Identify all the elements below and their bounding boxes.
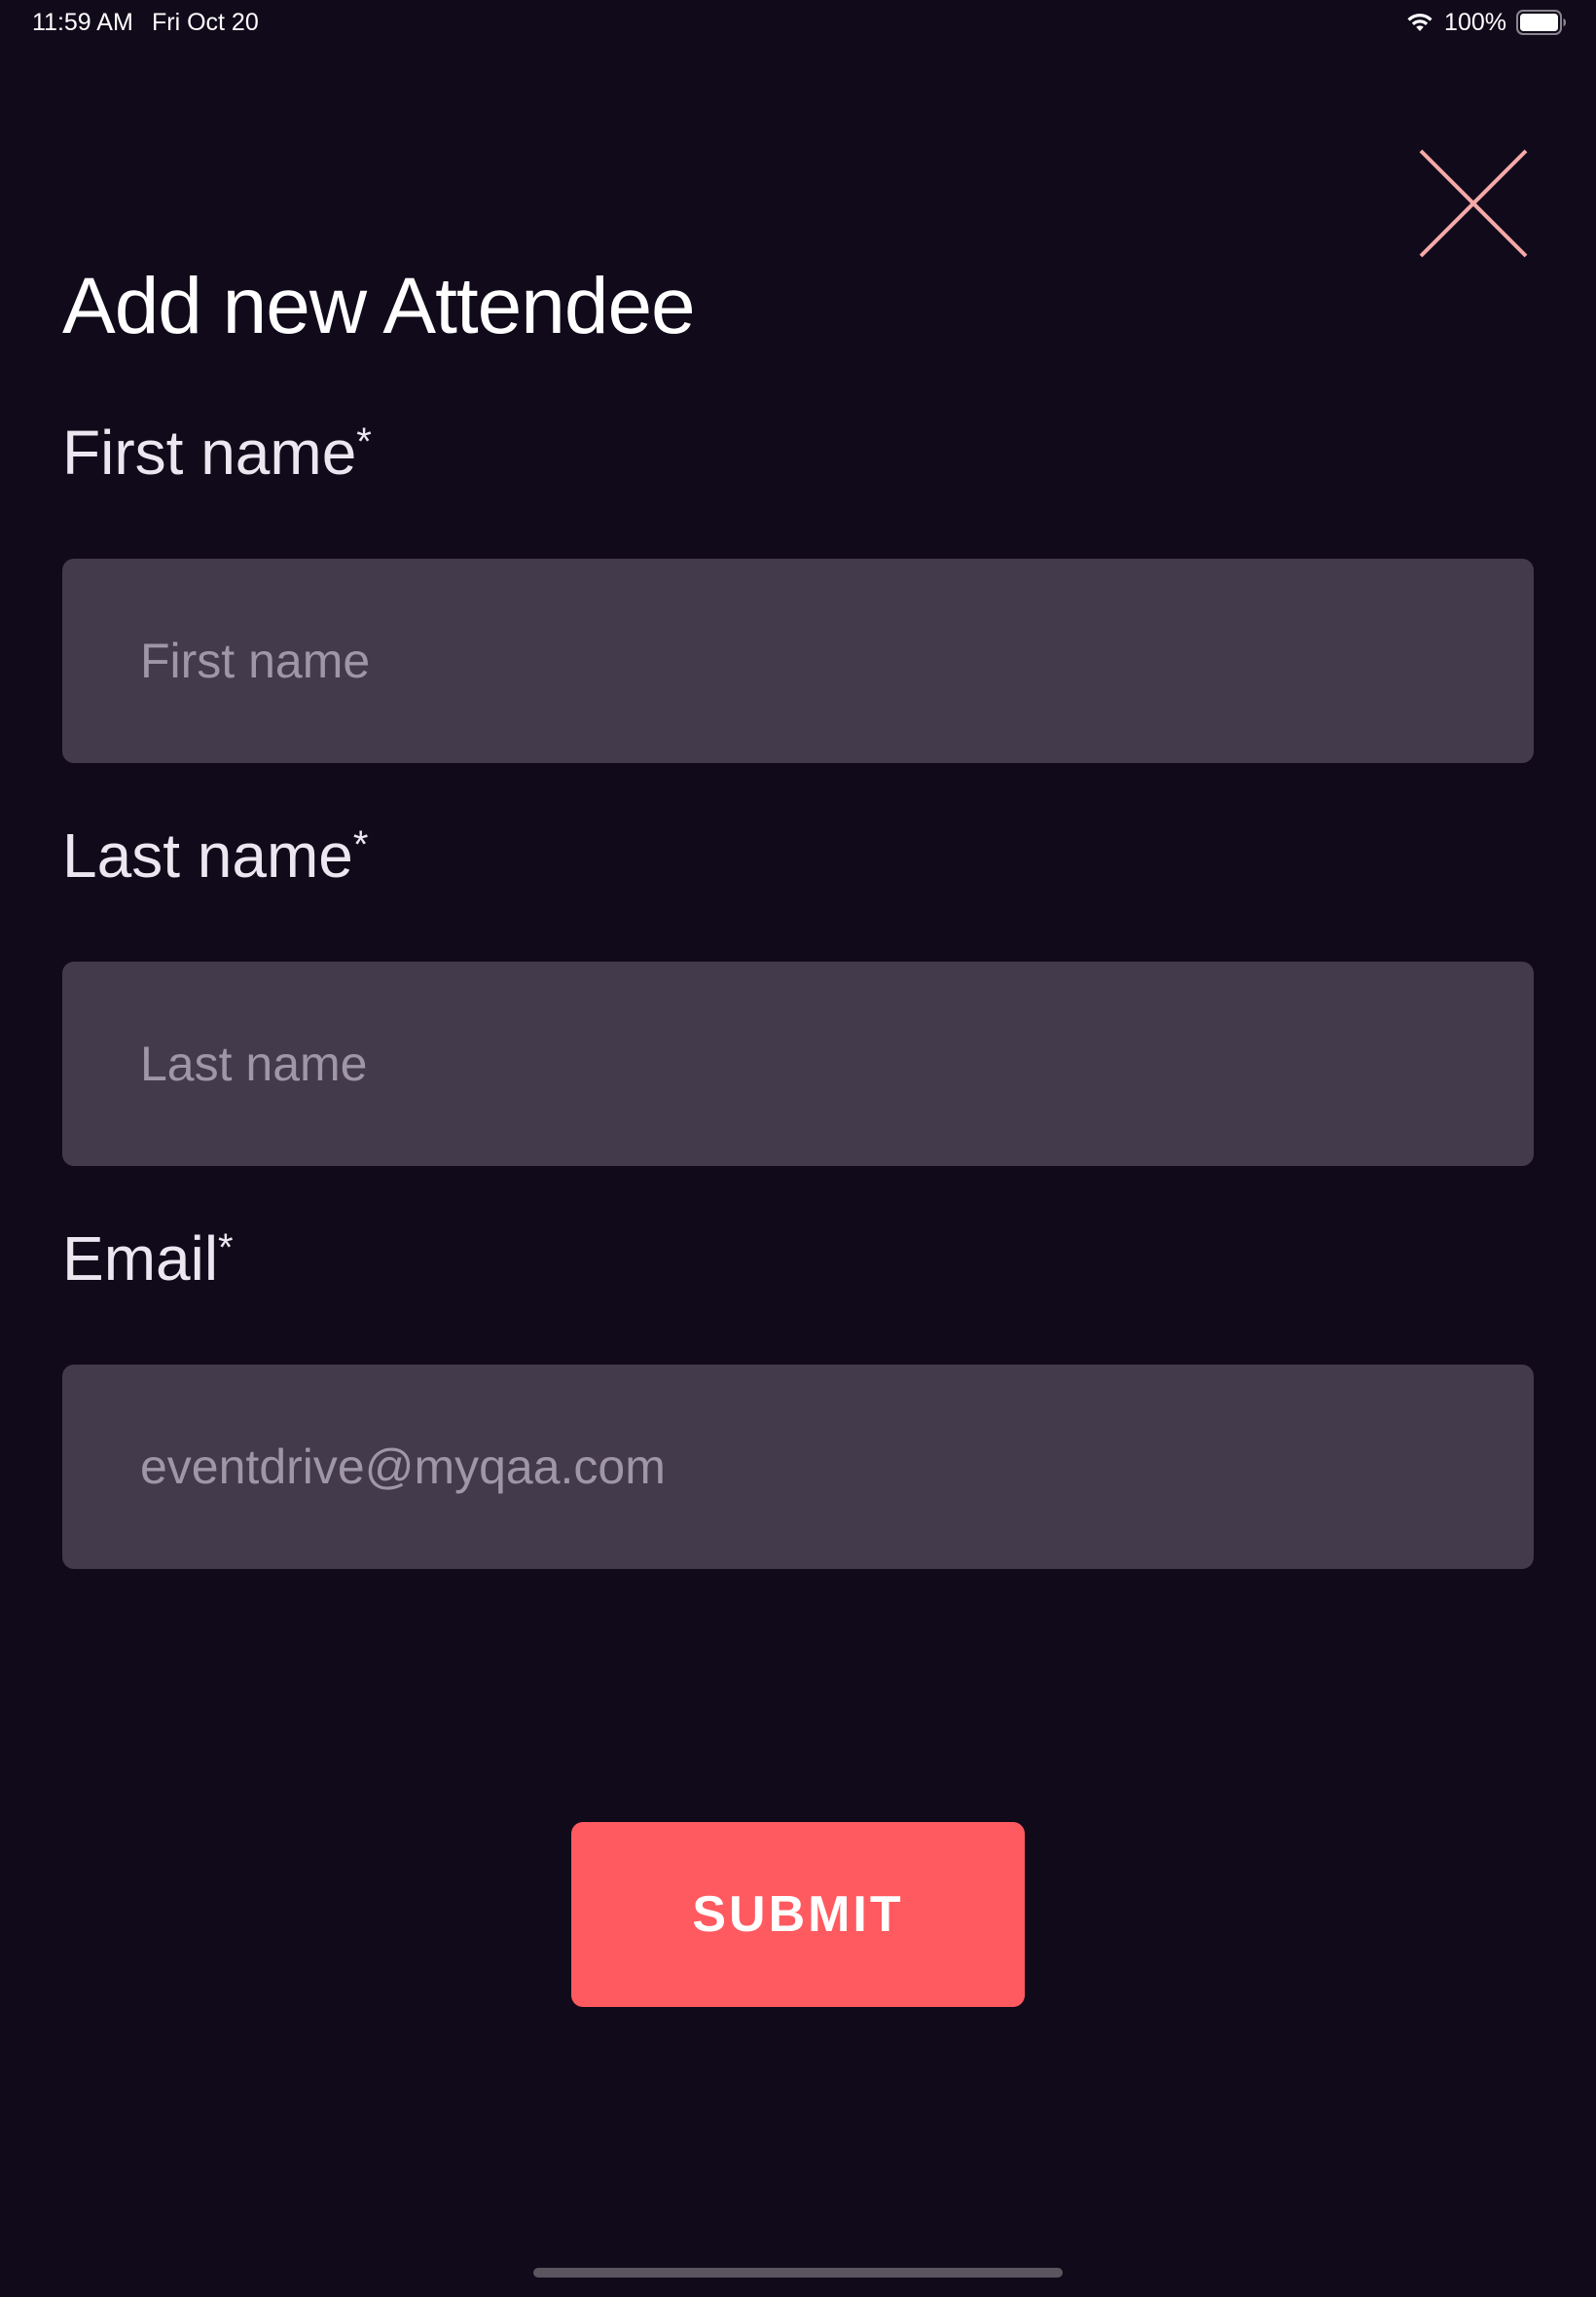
required-mark: * bbox=[356, 420, 372, 463]
home-indicator[interactable] bbox=[533, 2268, 1063, 2278]
last-name-label: Last name* bbox=[62, 820, 368, 892]
required-mark: * bbox=[218, 1226, 234, 1269]
battery-percentage: 100% bbox=[1444, 8, 1506, 36]
page-title: Add new Attendee bbox=[62, 262, 696, 350]
required-mark: * bbox=[352, 823, 369, 866]
status-bar: 11:59 AM Fri Oct 20 100% bbox=[0, 0, 1596, 47]
last-name-input[interactable] bbox=[62, 962, 1534, 1166]
first-name-input[interactable] bbox=[62, 559, 1534, 763]
status-date: Fri Oct 20 bbox=[152, 9, 259, 36]
email-input[interactable] bbox=[62, 1365, 1534, 1569]
battery-icon bbox=[1516, 10, 1566, 35]
status-indicators: 100% bbox=[1405, 8, 1567, 37]
first-name-label-text: First name bbox=[62, 418, 357, 488]
last-name-label-text: Last name bbox=[62, 820, 353, 891]
wifi-icon bbox=[1407, 13, 1433, 31]
close-icon[interactable] bbox=[1416, 146, 1531, 261]
email-label-text: Email bbox=[62, 1223, 219, 1294]
email-label: Email* bbox=[62, 1222, 234, 1294]
status-time: 11:59 AM bbox=[32, 9, 133, 36]
first-name-label: First name* bbox=[62, 417, 372, 489]
submit-button[interactable]: SUBMIT bbox=[571, 1822, 1025, 2007]
